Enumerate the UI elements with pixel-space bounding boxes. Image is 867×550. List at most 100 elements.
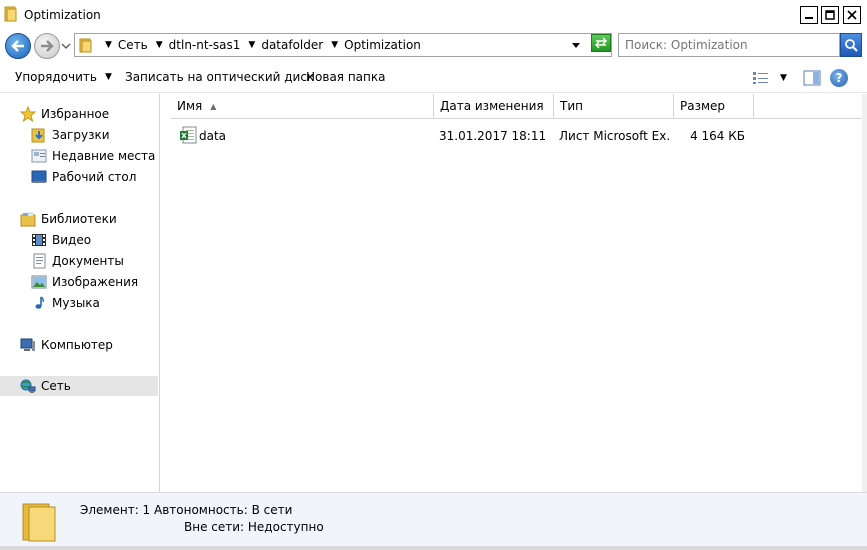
search-button[interactable] [840, 33, 862, 57]
video-icon [32, 234, 46, 246]
forward-button[interactable] [34, 33, 60, 59]
column-name-label: Имя [177, 99, 203, 113]
folder-icon [4, 6, 17, 22]
chevron-down-icon[interactable]: ▼ [156, 40, 163, 50]
window-edge [862, 94, 867, 492]
search-field[interactable] [618, 33, 840, 57]
nav-libraries[interactable]: Библиотеки [0, 209, 158, 229]
nav-libraries-label: Библиотеки [41, 212, 117, 226]
details-offline-line: Вне сети: Недоступно [184, 520, 324, 534]
chevron-down-icon[interactable]: ▼ [780, 73, 787, 83]
breadcrumb: ▼ Сеть ▼ dtln-nt-sas1 ▼ datafolder ▼ Opt… [97, 38, 421, 52]
column-size-label: Размер [680, 99, 726, 113]
column-header-date[interactable]: Дата изменения [434, 94, 554, 119]
nav-desktop-label: Рабочий стол [52, 170, 137, 184]
nav-pictures[interactable]: Изображения [0, 272, 158, 292]
nav-recent-places[interactable]: Недавние места [0, 146, 158, 166]
preview-pane-icon[interactable] [803, 69, 821, 87]
chevron-down-icon[interactable]: ▼ [105, 40, 112, 50]
nav-video[interactable]: Видео [0, 230, 158, 250]
nav-documents-label: Документы [52, 254, 124, 268]
search-input[interactable] [625, 37, 835, 53]
nav-computer[interactable]: Компьютер [0, 335, 158, 355]
nav-computer-label: Компьютер [41, 338, 113, 352]
network-icon [20, 379, 36, 393]
maximize-icon [825, 10, 835, 20]
nav-network[interactable]: Сеть [0, 376, 158, 396]
breadcrumb-server[interactable]: dtln-nt-sas1 [169, 38, 241, 52]
recent-places-icon [31, 149, 47, 163]
new-folder-button[interactable]: Новая папка [306, 70, 385, 84]
chevron-down-icon[interactable] [571, 42, 581, 50]
column-type-label: Тип [560, 99, 583, 113]
navigation-pane: Избранное Загрузки Недавние места Рабочи… [0, 94, 160, 492]
window-title: Optimization [24, 8, 101, 22]
folder-icon [22, 503, 56, 542]
file-list: Имя ▲ Дата изменения Тип Размер data 31.… [161, 94, 862, 492]
desktop-icon [31, 170, 47, 183]
command-bar: Упорядочить ▼ Записать на оптический дис… [0, 61, 867, 93]
breadcrumb-network[interactable]: Сеть [118, 38, 148, 52]
libraries-icon [20, 212, 36, 227]
file-size: 4 164 КБ [690, 129, 745, 143]
downloads-folder-icon [31, 128, 45, 143]
maximize-button[interactable] [821, 6, 839, 24]
column-header-empty [754, 94, 862, 119]
refresh-button[interactable] [591, 34, 611, 52]
search-icon [845, 39, 858, 52]
title-bar: Optimization [0, 0, 867, 30]
organize-button[interactable]: Упорядочить ▼ [15, 70, 112, 84]
file-date: 31.01.2017 18:11 [439, 129, 547, 143]
chevron-down-icon[interactable] [60, 40, 72, 52]
breadcrumb-optimization[interactable]: Optimization [344, 38, 421, 52]
details-status-line: Элемент: 1 Автономность: В сети [80, 503, 293, 517]
close-icon [847, 10, 857, 20]
burn-disc-label: Записать на оптический диск [125, 70, 315, 84]
nav-video-label: Видео [52, 233, 92, 247]
column-header-type[interactable]: Тип [554, 94, 674, 119]
computer-icon [20, 338, 35, 351]
address-row: ▼ Сеть ▼ dtln-nt-sas1 ▼ datafolder ▼ Opt… [0, 30, 867, 60]
file-row[interactable]: data 31.01.2017 18:11 Лист Microsoft Ex.… [171, 125, 861, 145]
nav-music[interactable]: Музыка [0, 293, 158, 313]
column-header-size[interactable]: Размер [674, 94, 754, 119]
folder-icon [79, 38, 92, 53]
sort-ascending-icon: ▲ [210, 101, 217, 111]
nav-downloads[interactable]: Загрузки [0, 125, 158, 145]
burn-disc-button[interactable]: Записать на оптический диск [125, 70, 314, 84]
minimize-button[interactable] [800, 6, 818, 24]
arrow-right-icon [41, 40, 54, 52]
organize-label: Упорядочить [15, 70, 97, 84]
view-options-icon[interactable] [752, 71, 770, 85]
nav-favorites-label: Избранное [41, 107, 110, 121]
music-icon [35, 296, 44, 309]
arrow-left-icon [11, 40, 24, 52]
nav-network-label: Сеть [41, 379, 71, 393]
nav-documents[interactable]: Документы [0, 251, 158, 271]
nav-favorites[interactable]: Избранное [0, 104, 158, 124]
chevron-down-icon[interactable]: ▼ [331, 40, 338, 50]
excel-file-icon [180, 126, 197, 144]
star-icon [20, 106, 36, 122]
file-type: Лист Microsoft Ex... [559, 129, 669, 143]
help-icon[interactable]: ? [830, 69, 848, 87]
details-pane: Элемент: 1 Автономность: В сети Вне сети… [0, 492, 867, 550]
new-folder-label: Новая папка [306, 70, 386, 84]
nav-music-label: Музыка [52, 296, 100, 310]
minimize-icon [805, 17, 813, 19]
nav-pictures-label: Изображения [52, 275, 139, 289]
chevron-down-icon: ▼ [104, 72, 112, 82]
address-bar[interactable]: ▼ Сеть ▼ dtln-nt-sas1 ▼ datafolder ▼ Opt… [74, 33, 612, 57]
nav-recent-label: Недавние места [52, 149, 156, 163]
documents-icon [33, 253, 46, 269]
close-button[interactable] [843, 6, 861, 24]
breadcrumb-datafolder[interactable]: datafolder [261, 38, 323, 52]
column-header-name[interactable]: Имя ▲ [171, 94, 434, 119]
nav-downloads-label: Загрузки [52, 128, 110, 142]
window-bottom-edge [0, 546, 867, 550]
chevron-down-icon[interactable]: ▼ [248, 40, 255, 50]
back-button[interactable] [5, 33, 31, 59]
nav-desktop[interactable]: Рабочий стол [0, 167, 158, 187]
column-date-label: Дата изменения [440, 99, 544, 113]
refresh-icon [594, 37, 608, 49]
